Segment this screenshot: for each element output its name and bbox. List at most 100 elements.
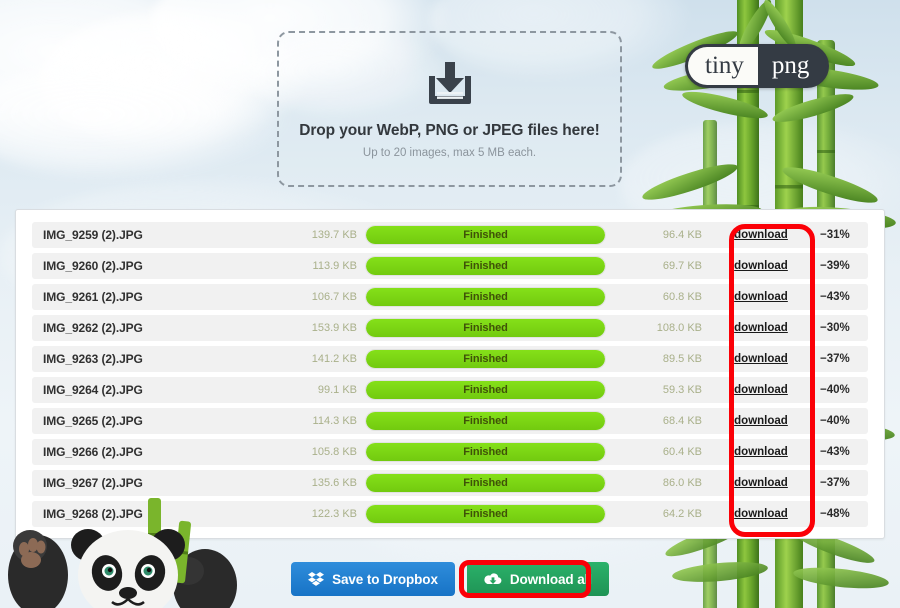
download-tray-icon bbox=[428, 61, 471, 104]
file-name: IMG_9259 (2).JPG bbox=[43, 228, 143, 242]
download-link[interactable]: download bbox=[734, 415, 788, 427]
progress-track: Finished bbox=[365, 256, 606, 276]
download-link[interactable]: download bbox=[734, 508, 788, 520]
table-row: IMG_9264 (2).JPG 99.1 KB Finished 59.3 KB do… bbox=[32, 377, 868, 403]
progress-track: Finished bbox=[365, 442, 606, 462]
original-size: 139.7 KB bbox=[311, 229, 357, 241]
dropzone[interactable]: Drop your WebP, PNG or JPEG files here! … bbox=[277, 31, 622, 187]
compressed-size: 86.0 KB bbox=[662, 477, 702, 489]
file-name: IMG_9265 (2).JPG bbox=[43, 414, 143, 428]
progress-track: Finished bbox=[365, 349, 606, 369]
file-name: IMG_9262 (2).JPG bbox=[43, 321, 143, 335]
file-rows: IMG_9259 (2).JPG 139.7 KB Finished 96.4 KB d… bbox=[32, 222, 868, 527]
download-link[interactable]: download bbox=[734, 229, 788, 241]
progress-cell: Finished bbox=[357, 318, 614, 338]
status-label: Finished bbox=[463, 508, 508, 520]
download-cell: download bbox=[702, 508, 820, 520]
compressed-size: 60.8 KB bbox=[662, 291, 702, 303]
download-cell: download bbox=[702, 291, 820, 303]
progress-cell: Finished bbox=[357, 225, 614, 245]
dropzone-subtitle: Up to 20 images, max 5 MB each. bbox=[362, 146, 537, 159]
logo-tiny-text: tiny bbox=[688, 47, 758, 85]
progress-track: Finished bbox=[365, 504, 606, 524]
progress-track: Finished bbox=[365, 318, 606, 338]
progress-track: Finished bbox=[365, 411, 606, 431]
cloud-download-icon bbox=[484, 573, 502, 585]
savings-percent: −31% bbox=[820, 229, 850, 241]
status-label: Finished bbox=[463, 229, 508, 241]
progress-fill: Finished bbox=[366, 381, 605, 399]
table-row: IMG_9265 (2).JPG 114.3 KB Finished 68.4 KB d… bbox=[32, 408, 868, 434]
compressed-size: 96.4 KB bbox=[662, 229, 702, 241]
logo-png-text: png bbox=[757, 47, 827, 85]
progress-fill: Finished bbox=[366, 505, 605, 523]
download-cell: download bbox=[702, 260, 820, 272]
original-size: 153.9 KB bbox=[311, 322, 357, 334]
download-link[interactable]: download bbox=[734, 322, 788, 334]
original-size: 106.7 KB bbox=[311, 291, 357, 303]
compressed-size: 59.3 KB bbox=[662, 384, 702, 396]
original-size: 114.3 KB bbox=[312, 415, 357, 427]
progress-fill: Finished bbox=[366, 226, 605, 244]
download-link[interactable]: download bbox=[734, 291, 788, 303]
compressed-size: 108.0 KB bbox=[656, 322, 702, 334]
progress-cell: Finished bbox=[357, 411, 614, 431]
progress-fill: Finished bbox=[366, 412, 605, 430]
table-row: IMG_9267 (2).JPG 135.6 KB Finished 86.0 KB d… bbox=[32, 470, 868, 496]
download-link[interactable]: download bbox=[734, 384, 788, 396]
progress-fill: Finished bbox=[366, 257, 605, 275]
status-label: Finished bbox=[463, 384, 508, 396]
progress-track: Finished bbox=[365, 225, 606, 245]
original-size: 135.6 KB bbox=[311, 477, 357, 489]
progress-track: Finished bbox=[365, 473, 606, 493]
status-label: Finished bbox=[463, 291, 508, 303]
progress-fill: Finished bbox=[366, 474, 605, 492]
file-name: IMG_9264 (2).JPG bbox=[43, 383, 143, 397]
savings-percent: −40% bbox=[820, 415, 850, 427]
save-to-dropbox-label: Save to Dropbox bbox=[332, 571, 438, 587]
compressed-size: 64.2 KB bbox=[662, 508, 702, 520]
progress-cell: Finished bbox=[357, 442, 614, 462]
dropbox-icon bbox=[308, 572, 325, 586]
save-to-dropbox-button[interactable]: Save to Dropbox bbox=[291, 562, 455, 596]
savings-percent: −43% bbox=[820, 446, 850, 458]
original-size: 141.2 KB bbox=[311, 353, 357, 365]
download-link[interactable]: download bbox=[734, 446, 788, 458]
download-link[interactable]: download bbox=[734, 353, 788, 365]
compressed-size: 68.4 KB bbox=[662, 415, 702, 427]
download-link[interactable]: download bbox=[734, 477, 788, 489]
table-row: IMG_9260 (2).JPG 113.9 KB Finished 69.7 KB d… bbox=[32, 253, 868, 279]
savings-percent: −40% bbox=[820, 384, 850, 396]
file-list-panel: IMG_9259 (2).JPG 139.7 KB Finished 96.4 KB d… bbox=[15, 209, 885, 539]
file-name: IMG_9263 (2).JPG bbox=[43, 352, 143, 366]
progress-cell: Finished bbox=[357, 473, 614, 493]
status-label: Finished bbox=[463, 353, 508, 365]
file-name: IMG_9261 (2).JPG bbox=[43, 290, 143, 304]
download-all-label: Download all bbox=[509, 571, 592, 587]
savings-percent: −48% bbox=[820, 508, 850, 520]
table-row: IMG_9261 (2).JPG 106.7 KB Finished 60.8 KB d… bbox=[32, 284, 868, 310]
download-cell: download bbox=[702, 229, 820, 241]
footer-actions: Save to Dropbox Download all bbox=[0, 562, 900, 596]
savings-percent: −43% bbox=[820, 291, 850, 303]
download-cell: download bbox=[702, 322, 820, 334]
download-cell: download bbox=[702, 353, 820, 365]
status-label: Finished bbox=[463, 477, 508, 489]
status-label: Finished bbox=[463, 260, 508, 272]
savings-percent: −37% bbox=[820, 353, 850, 365]
progress-cell: Finished bbox=[357, 349, 614, 369]
progress-cell: Finished bbox=[357, 504, 614, 524]
tinypng-logo[interactable]: tiny png bbox=[685, 44, 830, 88]
progress-cell: Finished bbox=[357, 380, 614, 400]
download-all-button[interactable]: Download all bbox=[466, 562, 609, 596]
download-cell: download bbox=[702, 384, 820, 396]
progress-track: Finished bbox=[365, 380, 606, 400]
download-link[interactable]: download bbox=[734, 260, 788, 272]
progress-fill: Finished bbox=[366, 288, 605, 306]
table-row: IMG_9262 (2).JPG 153.9 KB Finished 108.0 KB… bbox=[32, 315, 868, 341]
progress-fill: Finished bbox=[366, 443, 605, 461]
status-label: Finished bbox=[463, 446, 508, 458]
status-label: Finished bbox=[463, 415, 508, 427]
progress-cell: Finished bbox=[357, 256, 614, 276]
download-cell: download bbox=[702, 415, 820, 427]
